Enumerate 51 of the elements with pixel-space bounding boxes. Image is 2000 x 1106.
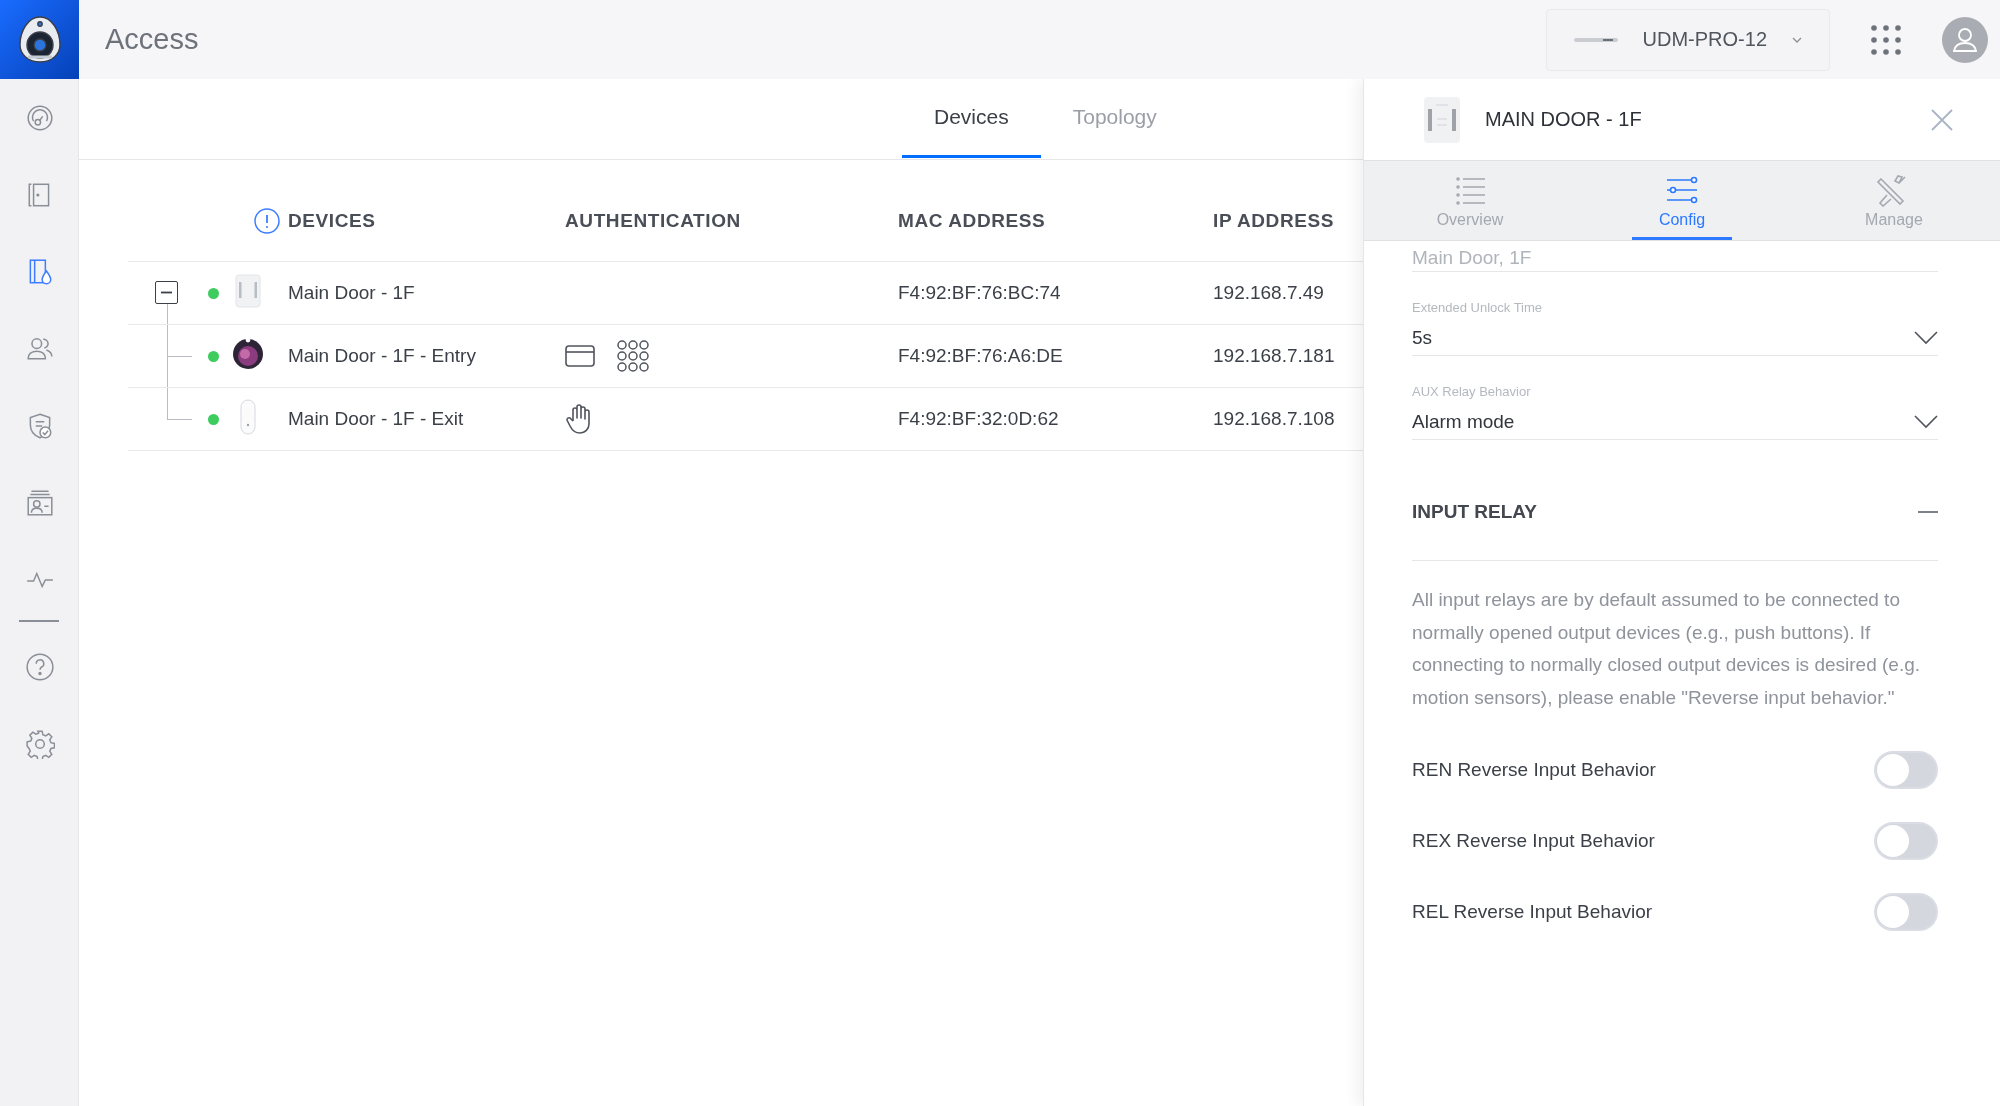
toggle-label: REL Reverse Input Behavior — [1412, 900, 1653, 923]
hand-icon — [565, 404, 593, 434]
ip-address: 192.168.7.49 — [1213, 282, 1325, 304]
apps-button[interactable] — [1870, 23, 1902, 56]
card-icon — [565, 345, 595, 367]
device-name[interactable]: Main Door - 1F - Exit — [288, 408, 565, 430]
device-selector[interactable]: UDM-PRO-12 — [1545, 8, 1830, 71]
toggle-switch[interactable] — [1874, 892, 1938, 931]
column-header: AUTHENTICATION — [565, 209, 742, 232]
device-name[interactable]: Main Door - 1F — [288, 282, 565, 304]
close-icon — [1930, 107, 1954, 132]
panel-title: MAIN DOOR - 1F — [1485, 108, 1643, 131]
id-card-icon — [24, 487, 55, 518]
toggle-switch[interactable] — [1874, 821, 1938, 860]
app-logo[interactable] — [0, 0, 79, 79]
view-tab[interactable]: Devices — [902, 79, 1041, 158]
section-title: INPUT RELAY — [1412, 501, 1537, 523]
access-hub-icon — [232, 272, 264, 309]
keypad-icon — [617, 340, 649, 372]
chevron-down-icon — [1914, 331, 1938, 345]
column-header: MAC ADDRESS — [898, 209, 1047, 232]
minus-icon — [1918, 511, 1938, 513]
chevron-down-icon — [1914, 415, 1938, 429]
camera-logo-icon — [17, 14, 62, 65]
field-label: AUX Relay Behavior — [1412, 384, 1532, 399]
caret-icon — [1791, 35, 1803, 44]
dropdown-field[interactable]: 5s — [1412, 321, 1938, 355]
mac-address: F4:92:BF:76:BC:74 — [898, 282, 1062, 304]
toggle-label: REN Reverse Input Behavior — [1412, 758, 1656, 781]
settings-icon — [24, 728, 55, 759]
ip-address: 192.168.7.181 — [1213, 345, 1336, 367]
gauge-icon — [24, 102, 55, 133]
collapse-toggle[interactable] — [155, 281, 178, 304]
mac-address: F4:92:BF:32:0D:62 — [898, 408, 1060, 430]
info-icon — [254, 207, 280, 234]
access-hub-icon — [1422, 94, 1462, 145]
toggle-switch[interactable] — [1874, 750, 1938, 789]
column-header: IP ADDRESS — [1213, 209, 1336, 232]
dropdown-field[interactable]: Alarm mode — [1412, 405, 1938, 439]
ip-address: 192.168.7.108 — [1213, 408, 1336, 430]
app-title: Access — [105, 23, 200, 56]
toggle-label: REX Reverse Input Behavior — [1412, 829, 1655, 852]
mac-address: F4:92:BF:76:A6:DE — [898, 345, 1064, 367]
avatar-icon[interactable] — [1942, 16, 1988, 63]
close-button[interactable] — [1930, 107, 1954, 132]
device-name[interactable]: Main Door - 1F - Entry — [288, 345, 565, 367]
field-label: Extended Unlock Time — [1412, 300, 1544, 315]
dot-grid-icon — [1870, 23, 1902, 56]
help-icon — [24, 651, 55, 682]
help-text: All input relays are by default assumed to be connected to normally opened output devices (e.g., push buttons). If connecting to normally closed output devices is desired (e.g. motion sensors), please enable "Reverse input behavior." — [1412, 588, 1921, 710]
column-header: DEVICES — [288, 209, 377, 232]
